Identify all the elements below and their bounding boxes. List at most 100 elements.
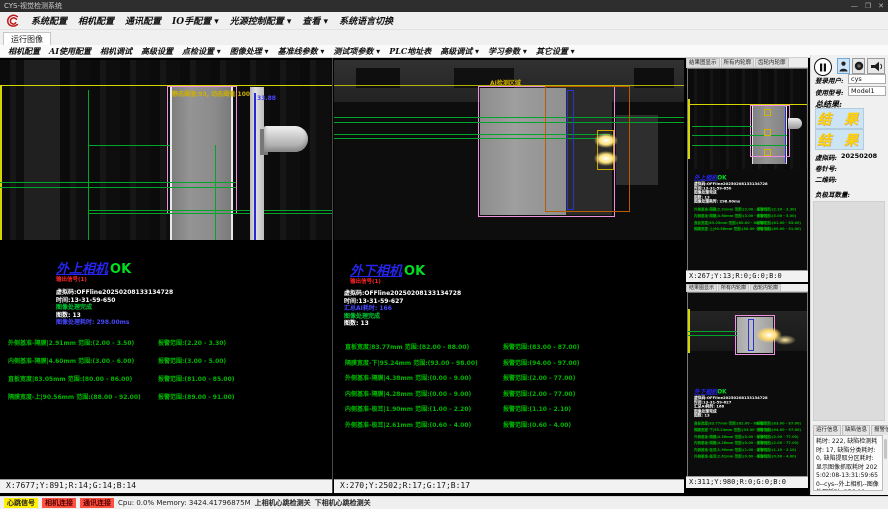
roi-value-label: 33.88 bbox=[257, 95, 276, 102]
small-view-tab[interactable]: 结果图显示 bbox=[686, 58, 720, 67]
model-field[interactable]: Model1 bbox=[848, 86, 886, 96]
small-view-tab[interactable]: 结果图显示 bbox=[686, 284, 717, 291]
info-tab[interactable]: 报警信息 bbox=[871, 425, 888, 435]
login-user-field[interactable]: cys bbox=[848, 74, 886, 84]
electrode-glow bbox=[774, 335, 796, 345]
menu-item[interactable]: 查看 ▾ bbox=[302, 14, 328, 27]
menu-item[interactable]: IO手配置 ▾ bbox=[172, 14, 219, 27]
run-log[interactable]: 耗时: 222, 缺陷检测耗时: 17, 缺陷分类耗时: 0, 缺陷提取分区耗时… bbox=[813, 435, 883, 491]
menu-items: 系统配置相机配置通讯配置 IO手配置 ▾ 光源控制配置 ▾ 查看 ▾ 系统语言切换 bbox=[31, 14, 393, 27]
menu-item[interactable]: 相机配置 bbox=[78, 14, 114, 27]
result-box-lower: 结 果 bbox=[815, 129, 864, 150]
measurement-row: 直板宽度|83.77mm 范围:(82.00 - 88.00) 报警范围:(83… bbox=[345, 342, 580, 351]
measurement-text: 直板宽度|83.05mm 范围:(80.00 - 86.00) bbox=[694, 219, 757, 224]
electrode-tab-piece bbox=[788, 118, 802, 129]
log-scrollbar[interactable] bbox=[884, 439, 887, 459]
camera-image-upper[interactable]: 静态阈值:93, 动态阈值:100 33.88 bbox=[0, 60, 332, 240]
toolbar-item[interactable]: 相机配置 bbox=[8, 46, 40, 57]
alarm-range-text: 报警范围:(89.00 - 91.00) bbox=[158, 392, 235, 401]
lens-icon bbox=[854, 61, 864, 71]
result-ok: OK bbox=[404, 264, 425, 279]
measurement-text: 内侧基准-极耳|1.90mm 范围:(1.00 - 2.20) bbox=[345, 404, 503, 413]
app-window: CYS-视觉检测系统 — ❐ ✕ 系统配置相机配置通讯配置IO手配置 ▾光源控制… bbox=[0, 0, 888, 522]
speaker-button[interactable] bbox=[867, 58, 885, 74]
toolbar-item[interactable]: 图像处理 ▾ bbox=[230, 46, 269, 57]
measure-line bbox=[0, 187, 236, 188]
alarm-range-text: 报警范围:(94.00 - 97.00) bbox=[503, 358, 580, 367]
frame-count-line: 图数: 13 bbox=[344, 320, 461, 328]
toolbar-item[interactable]: 测试项参数 ▾ bbox=[333, 46, 380, 57]
roi-blue-line bbox=[254, 93, 256, 240]
user-button[interactable] bbox=[837, 58, 850, 74]
toolbar-item[interactable]: 高级设置 bbox=[141, 46, 173, 57]
measurement-text: 外侧基准-极耳|2.61mm 范围:(0.60 - 4.00) bbox=[345, 420, 503, 429]
small-view-tabs: 结果图显示所有内轮廓齿轮内轮廓 bbox=[686, 284, 808, 292]
measure-line bbox=[88, 145, 170, 146]
menubar: 系统配置相机配置通讯配置 IO手配置 ▾ 光源控制配置 ▾ 查看 ▾ 系统语言切换 bbox=[0, 12, 888, 30]
toolbar-item[interactable]: 学习参数 ▾ bbox=[488, 46, 527, 57]
alarm-range-text: 报警范围:(81.00 - 85.00) bbox=[158, 374, 235, 383]
heartbeat-badge: 心跳信号 bbox=[4, 498, 38, 508]
menu-item[interactable]: 系统语言切换 bbox=[339, 14, 393, 27]
edge-marker-line bbox=[0, 85, 2, 240]
info-tab[interactable]: 运行信息 bbox=[813, 425, 841, 435]
alarm-range-text: 报警范围:(1.10 - 2.10) bbox=[503, 404, 571, 413]
measurement-text: 内侧基准-隔膜|4.28mm 范围:(0.00 - 9.00) bbox=[694, 440, 757, 445]
measurement-text: 直板宽度|83.77mm 范围:(82.00 - 88.00) bbox=[694, 420, 757, 425]
small-view-tabs: 结果图显示所有内轮廓齿轮内轮廓 bbox=[686, 58, 808, 68]
measurement-row: 隔膜宽度-下|95.24mm 范围:(93.00 - 98.00) 报警范围:(… bbox=[694, 427, 808, 432]
edge-marker-line bbox=[688, 99, 690, 159]
upper-cam-heartbeat-text: 上相机心跳检测关 bbox=[255, 498, 311, 508]
cursor-status-small-lower: X:311;Y:980;R:0;G:0;B:0 bbox=[686, 476, 808, 488]
roi-blue-box bbox=[567, 90, 574, 210]
menu-item[interactable]: 通讯配置 bbox=[125, 14, 161, 27]
alarm-range-text: 报警范围:(2.20 - 3.30) bbox=[158, 338, 226, 347]
result-text: 结 果 bbox=[817, 109, 862, 129]
toolbar-item[interactable]: 相机调试 bbox=[100, 46, 132, 57]
measurement-text: 外侧基准-隔膜|2.91mm 范围:(2.00 - 3.50) bbox=[694, 206, 757, 211]
tab-run-image[interactable]: 运行图像 bbox=[3, 32, 51, 45]
alarm-range-text: 报警范围:(2.00 - 77.00) bbox=[757, 433, 799, 438]
mini-result-block: 外下相机OK 虚拟码:OFFline20250208133134728 时间:1… bbox=[694, 385, 808, 460]
maximize-button[interactable]: ❐ bbox=[865, 2, 871, 10]
measure-line bbox=[0, 182, 236, 183]
menu-item[interactable]: 光源控制配置 ▾ bbox=[230, 14, 292, 27]
toolbar-item[interactable]: PLC地址表 bbox=[389, 46, 431, 57]
alarm-range-text: 报警范围:(2.00 - 77.00) bbox=[757, 440, 799, 445]
mini-measurement-list: 外侧基准-隔膜|2.91mm 范围:(2.00 - 3.50) 报警范围:(2.… bbox=[694, 206, 808, 231]
toolbar-item[interactable]: 其它设置 ▾ bbox=[536, 46, 575, 57]
small-image-lower[interactable]: 外下相机OK 虚拟码:OFFline20250208133134728 时间:1… bbox=[687, 292, 808, 478]
measure-line bbox=[688, 335, 737, 336]
negative-tab-count-label: 负极耳数量: bbox=[815, 189, 850, 199]
measurement-text: 内侧基准-隔膜|4.28mm 范围:(0.00 - 9.00) bbox=[345, 389, 503, 398]
measure-line bbox=[334, 117, 684, 118]
toolbar-item[interactable]: 点检设置 ▾ bbox=[182, 46, 221, 57]
minimize-button[interactable]: — bbox=[851, 2, 858, 10]
small-view-tab[interactable]: 所有内轮廓 bbox=[718, 284, 749, 291]
toolbar-item[interactable]: 高级调试 ▾ bbox=[440, 46, 479, 57]
small-view-tab[interactable]: 齿轮内轮廓 bbox=[755, 58, 789, 67]
process-time-line: 图像处理耗时: 298.00ms bbox=[56, 319, 173, 327]
toolbar-item[interactable]: AI使用配置 bbox=[49, 46, 91, 57]
result-text: 结 果 bbox=[817, 130, 862, 150]
small-view-tab[interactable]: 所有内轮廓 bbox=[721, 58, 755, 67]
measurement-text: 外侧基准-隔膜|2.91mm 范围:(2.00 - 3.50) bbox=[8, 338, 158, 347]
alarm-range-text: 报警范围:(89.00 - 91.00) bbox=[757, 226, 801, 231]
close-button[interactable]: ✕ bbox=[878, 2, 884, 10]
info-tab[interactable]: 缺陷信息 bbox=[842, 425, 870, 435]
lens-button[interactable] bbox=[852, 58, 865, 74]
pause-button[interactable] bbox=[814, 58, 832, 76]
defect-marker bbox=[764, 109, 771, 116]
measure-line bbox=[692, 135, 787, 136]
toolbar-item[interactable]: 基准线参数 ▾ bbox=[278, 46, 325, 57]
camera-image-lower[interactable]: AI检测区域 bbox=[334, 60, 684, 240]
small-image-upper[interactable]: 外上相机OK 虚拟码:OFFline20250208133134728 时间:1… bbox=[687, 68, 808, 272]
menu-item[interactable]: 系统配置 bbox=[31, 14, 67, 27]
measurement-row: 外侧基准-极耳|2.61mm 范围:(0.60 - 4.00) 报警范围:(0.… bbox=[694, 453, 808, 458]
qrcode-label: 二维码: bbox=[815, 174, 837, 184]
small-view-tab[interactable]: 齿轮内轮廓 bbox=[750, 284, 781, 291]
small-view-upper: 结果图显示所有内轮廓齿轮内轮廓 外上相机OK 虚拟码:OFFline202502… bbox=[686, 58, 808, 282]
needle-number-label: 卷针号: bbox=[815, 163, 837, 173]
cursor-status-small-upper: X:267;Y:13;R:0;G:0;B:0 bbox=[686, 270, 808, 282]
process-time-line: 图像处理耗时: 298.00ms bbox=[694, 199, 808, 203]
